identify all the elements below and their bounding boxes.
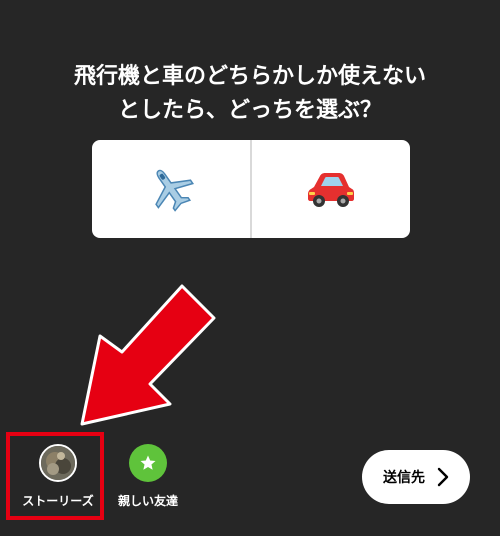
send-to-button[interactable]: 送信先: [362, 450, 470, 504]
airplane-icon: [155, 169, 195, 212]
chevron-right-icon: [437, 467, 449, 487]
car-icon: [308, 173, 354, 207]
highlight-box: [6, 432, 104, 520]
send-to-label: 送信先: [383, 470, 425, 486]
poll-question: 飛行機と車のどちらかしか使えない としたら、どっちを選ぶ？: [0, 60, 500, 128]
poll-question-line-2: としたら、どっちを選ぶ？: [117, 98, 382, 123]
poll-option-car[interactable]: [252, 140, 410, 238]
poll-question-line-1: 飛行機と車のどちらかしか使えない: [73, 64, 426, 89]
close-friends-icon: [129, 444, 167, 482]
close-friends-label: 親しい友達: [117, 494, 178, 508]
share-to-close-friends[interactable]: 親しい友達: [112, 444, 184, 509]
poll-option-airplane[interactable]: [92, 140, 250, 238]
star-icon: [140, 455, 156, 470]
poll-sticker: [92, 140, 410, 238]
